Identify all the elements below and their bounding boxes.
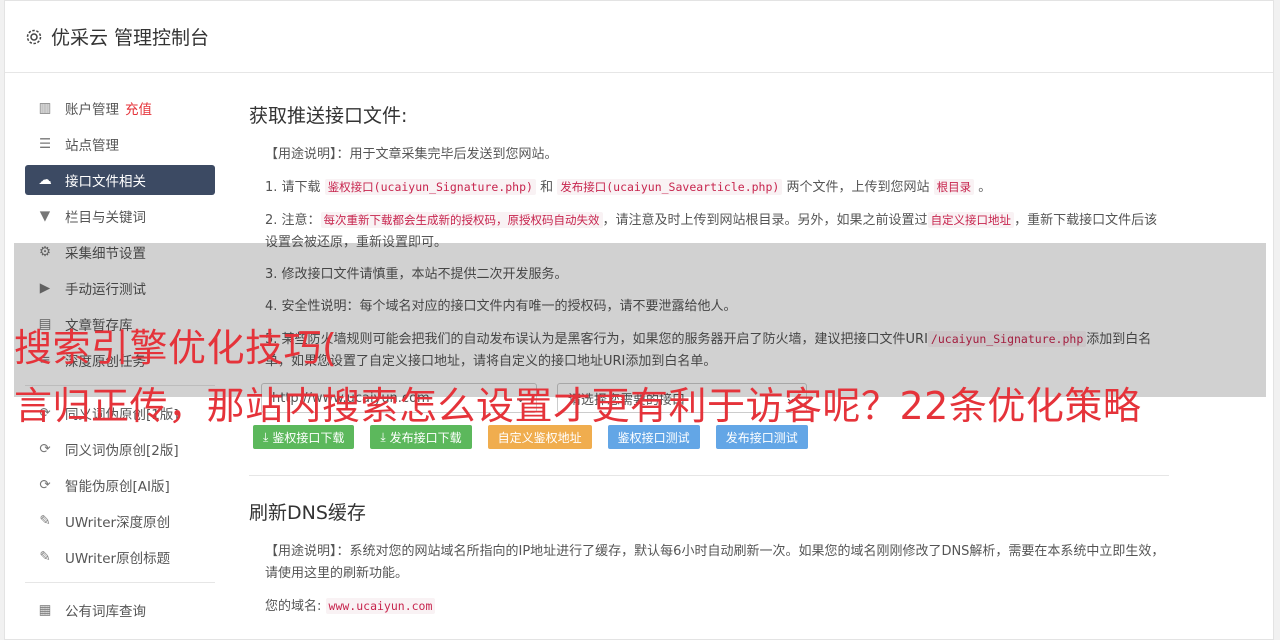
- sidebar-divider: [25, 582, 215, 583]
- book-icon: ▦: [38, 602, 52, 618]
- dns-usage-text: 【用途说明】：系统对您的网站域名所指向的IP地址进行了缓存，默认每6小时自动刷新…: [265, 544, 1165, 581]
- bar-chart-icon: ▥: [38, 100, 52, 116]
- test-signature-button[interactable]: 鉴权接口测试: [607, 425, 700, 449]
- sidebar-item-label: UWriter深度原创: [65, 515, 171, 531]
- sidebar-item-label: 公有词库查询: [65, 604, 146, 620]
- refresh-icon: ⟳: [39, 441, 51, 457]
- download-icon: ⤓: [263, 429, 269, 444]
- filter-icon: ▼: [39, 208, 51, 224]
- sidebar-item-label: 站点管理: [65, 138, 119, 154]
- custom-auth-address-button[interactable]: 自定义鉴权地址: [487, 425, 592, 449]
- sidebar-item-synonym-v2[interactable]: ⟳ 同义词伪原创[2版]: [25, 434, 215, 464]
- overlay-headline-1: 搜索引擎优化技巧(: [14, 326, 338, 370]
- sidebar-item-label: 接口文件相关: [65, 174, 146, 190]
- overlay-banner: [14, 243, 1266, 397]
- code-signature: 鉴权接口(ucaiyun_Signature.php): [324, 179, 536, 195]
- sidebar-item-public-lexicon[interactable]: ▦ 公有词库查询: [25, 595, 215, 625]
- sidebar-item-columns-keywords[interactable]: ▼ 栏目与关键词: [25, 201, 215, 231]
- app-title: 优采云 管理控制台: [51, 27, 210, 49]
- section-divider: [249, 475, 1169, 476]
- edit-icon: ✎: [39, 549, 51, 565]
- code-root: 根目录: [933, 179, 975, 195]
- refresh-icon: ⟳: [39, 477, 51, 493]
- sidebar-item-uwriter-deep[interactable]: ✎ UWriter深度原创: [25, 506, 215, 536]
- sidebar-item-sites[interactable]: ☰ 站点管理: [25, 129, 215, 159]
- code-custom-address: 自定义接口地址: [927, 212, 1015, 228]
- download-icon: ⤓: [380, 429, 386, 444]
- domain-value: www.ucaiyun.com: [325, 598, 436, 614]
- sidebar-item-account[interactable]: ▥ 账户管理 充值: [25, 93, 215, 123]
- download-publish-button[interactable]: ⤓ 发布接口下载: [370, 425, 472, 449]
- test-publish-button[interactable]: 发布接口测试: [715, 425, 808, 449]
- sidebar-item-ai-rewrite[interactable]: ⟳ 智能伪原创[AI版]: [25, 470, 215, 500]
- button-row: ⤓ 鉴权接口下载 ⤓ 发布接口下载 自定义鉴权地址 鉴权接口测试 发布接口测试: [249, 425, 1169, 449]
- usage-text: 【用途说明】：用于文章采集完毕后发送到您网站。: [265, 147, 558, 162]
- gear-icon: [25, 28, 43, 46]
- section-title-interface-files: 获取推送接口文件:: [249, 105, 408, 127]
- sidebar-item-label: 智能伪原创[AI版]: [65, 479, 170, 495]
- sidebar-item-label: UWriter原创标题: [65, 551, 171, 567]
- sidebar-item-label: 同义词伪原创[2版]: [65, 443, 179, 459]
- server-icon: ☰: [38, 136, 52, 152]
- download-signature-button[interactable]: ⤓ 鉴权接口下载: [253, 425, 355, 449]
- top-bar: 优采云 管理控制台: [5, 1, 1273, 73]
- sidebar-item-uwriter-title[interactable]: ✎ UWriter原创标题: [25, 542, 215, 572]
- cloud-upload-icon: ☁: [38, 172, 52, 188]
- code-warning: 每次重新下载都会生成新的授权码，原授权码自动失效: [320, 212, 603, 228]
- sidebar-item-label: 栏目与关键词: [65, 210, 146, 226]
- code-savearticle: 发布接口(ucaiyun_Savearticle.php): [557, 179, 783, 195]
- sidebar-item-interface-files[interactable]: ☁ 接口文件相关: [25, 165, 215, 195]
- overlay-headline-2: 言归正传，那站内搜索怎么设置才更有利于访客呢？22条优化策略: [14, 384, 1142, 428]
- domain-line: 您的域名: www.ucaiyun.com: [249, 595, 1169, 618]
- recharge-link[interactable]: 充值: [125, 98, 152, 118]
- edit-icon: ✎: [39, 513, 51, 529]
- instruction-1: 1. 请下载 鉴权接口(ucaiyun_Signature.php) 和 发布接…: [265, 179, 992, 195]
- sidebar-item-label: 账户管理: [65, 102, 119, 118]
- section-title-dns: 刷新DNS缓存: [249, 502, 366, 524]
